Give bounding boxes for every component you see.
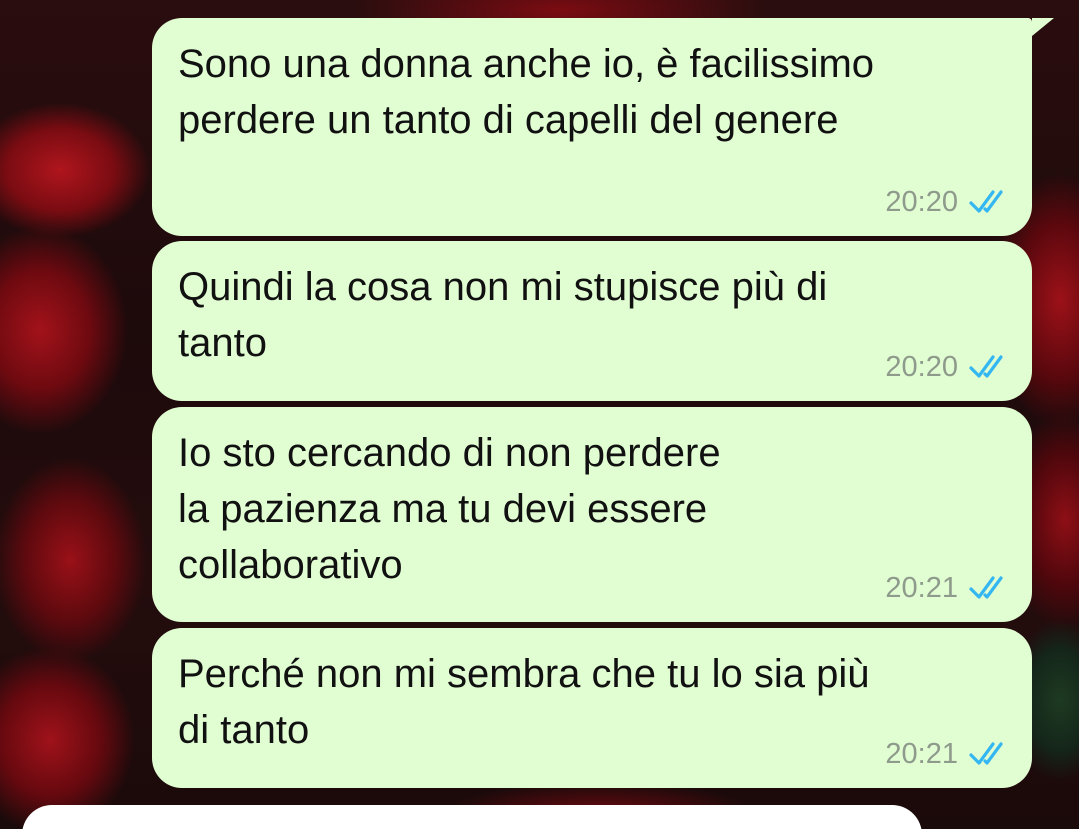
double-check-read-icon	[969, 355, 1003, 378]
message-meta: 20:20	[885, 184, 1010, 220]
double-check-read-icon	[969, 742, 1003, 765]
message-text: Quindi la cosa non mi stupisce più di ta…	[178, 265, 828, 365]
message-text: Io sto cercando di non perdere la pazien…	[178, 431, 721, 587]
message-time: 20:20	[885, 350, 958, 383]
message-time: 20:20	[885, 185, 958, 218]
outgoing-message-bubble[interactable]: Sono una donna anche io, è facilissimo p…	[152, 18, 1054, 236]
message-time: 20:21	[885, 571, 958, 604]
message-meta: 20:20	[885, 349, 1010, 385]
message-composer[interactable]	[22, 805, 922, 829]
double-check-read-icon	[969, 190, 1003, 213]
outgoing-message-bubble[interactable]: Io sto cercando di non perdere la pazien…	[152, 407, 1032, 622]
outgoing-message-bubble[interactable]: Quindi la cosa non mi stupisce più di ta…	[152, 241, 1032, 401]
message-time: 20:21	[885, 737, 958, 770]
outgoing-message-bubble[interactable]: Perché non mi sembra che tu lo sia più d…	[152, 628, 1032, 788]
message-meta: 20:21	[885, 570, 1010, 606]
message-text: Perché non mi sembra che tu lo sia più d…	[178, 652, 870, 752]
bubble-tail	[1032, 18, 1054, 36]
message-meta: 20:21	[885, 736, 1010, 772]
double-check-read-icon	[969, 576, 1003, 599]
message-text: Sono una donna anche io, è facilissimo p…	[178, 42, 875, 142]
